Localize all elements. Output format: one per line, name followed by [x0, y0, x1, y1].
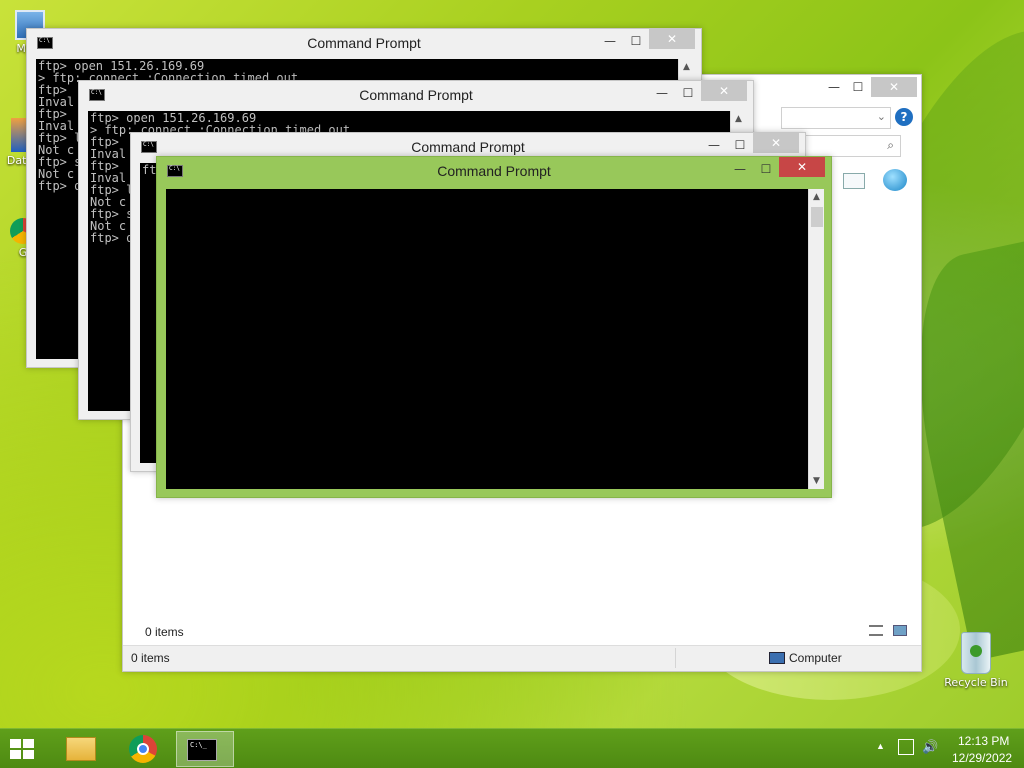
scroll-up-icon[interactable]: ▲ — [731, 111, 746, 127]
scroll-down-icon[interactable]: ▼ — [809, 473, 824, 489]
scroll-up-icon[interactable]: ▲ — [679, 59, 694, 75]
recycle-bin-icon — [961, 632, 991, 674]
folder-icon — [66, 737, 96, 761]
cmd4-maximize-button[interactable]: ☐ — [753, 159, 779, 179]
chevron-down-icon[interactable]: ⌄ — [877, 110, 886, 123]
cmd-window-active[interactable]: Command Prompt — ☐ ✕ ▲ ▼ — [156, 156, 832, 498]
cmd3-maximize-button[interactable]: ☐ — [727, 135, 753, 155]
large-icons-view-icon[interactable] — [893, 625, 907, 636]
cmd1-close-button[interactable]: ✕ — [649, 29, 695, 49]
status-items: 0 items — [131, 651, 170, 665]
toolbar-icon-network[interactable] — [883, 169, 907, 191]
cmd4-close-button[interactable]: ✕ — [779, 157, 825, 177]
explorer-minimize-button[interactable]: — — [821, 77, 847, 97]
status-divider — [675, 648, 676, 668]
cmd3-minimize-button[interactable]: — — [701, 135, 727, 155]
chrome-icon — [129, 735, 157, 763]
items-count-label: 0 items — [145, 625, 184, 639]
taskbar-command-prompt[interactable]: C:\_ — [176, 731, 234, 767]
address-bar[interactable]: ⌄ — [781, 107, 891, 129]
cmd3-close-button[interactable]: ✕ — [753, 133, 799, 153]
explorer-maximize-button[interactable]: ☐ — [845, 77, 871, 97]
details-view-icon[interactable] — [869, 625, 883, 636]
show-hidden-icons-button[interactable]: ▲ — [876, 741, 885, 751]
search-icon: ⌕ — [887, 138, 894, 152]
scroll-up-icon[interactable]: ▲ — [809, 189, 824, 205]
toolbar-icon-mail[interactable] — [843, 173, 865, 189]
start-button[interactable] — [8, 737, 38, 761]
taskbar: C:\_ ▲ 🔊 12:13 PM 12/29/2022 — [0, 728, 1024, 768]
network-icon[interactable] — [898, 739, 914, 755]
cmd-icon: C:\_ — [187, 739, 217, 761]
clock-time[interactable]: 12:13 PM — [958, 734, 1009, 748]
help-icon[interactable]: ? — [895, 108, 913, 126]
explorer-close-button[interactable]: ✕ — [871, 77, 917, 97]
status-location: Computer — [789, 651, 842, 665]
clock-date[interactable]: 12/29/2022 — [952, 751, 1012, 765]
cmd4-console[interactable] — [166, 189, 808, 489]
cmd4-scrollbar[interactable]: ▲ ▼ — [808, 189, 824, 489]
volume-icon[interactable]: 🔊 — [922, 739, 938, 755]
cmd2-minimize-button[interactable]: — — [649, 83, 675, 103]
taskbar-chrome[interactable] — [114, 731, 172, 767]
computer-icon — [769, 652, 785, 664]
cmd1-minimize-button[interactable]: — — [597, 31, 623, 51]
status-bar: 0 items Computer — [123, 645, 921, 671]
windows-logo-icon — [10, 739, 34, 759]
desktop-icon-recycle-bin[interactable]: Recycle Bin — [940, 632, 1012, 689]
cmd2-close-button[interactable]: ✕ — [701, 81, 747, 101]
scroll-thumb[interactable] — [811, 207, 823, 227]
cmd2-maximize-button[interactable]: ☐ — [675, 83, 701, 103]
taskbar-file-explorer[interactable] — [52, 731, 110, 767]
cmd4-minimize-button[interactable]: — — [727, 159, 753, 179]
cmd1-maximize-button[interactable]: ☐ — [623, 31, 649, 51]
